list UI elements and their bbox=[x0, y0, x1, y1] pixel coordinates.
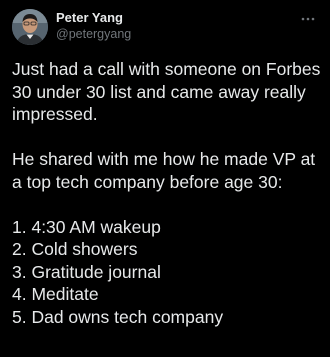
tweet-paragraph: Just had a call with someone on Forbes 3… bbox=[12, 59, 321, 124]
list-item: 5. Dad owns tech company bbox=[12, 306, 224, 327]
tweet-text: Just had a call with someone on Forbes 3… bbox=[12, 58, 322, 328]
avatar-image bbox=[12, 9, 48, 45]
list-item: 4. Meditate bbox=[12, 284, 99, 304]
tweet-list: 1. 4:30 AM wakeup 2. Cold showers 3. Gra… bbox=[12, 216, 322, 329]
tweet-header: Peter Yang @petergyang bbox=[12, 9, 318, 49]
more-horizontal-icon bbox=[301, 17, 315, 21]
list-item: 2. Cold showers bbox=[12, 239, 138, 259]
list-item: 1. 4:30 AM wakeup bbox=[12, 216, 161, 237]
display-name[interactable]: Peter Yang bbox=[56, 10, 131, 26]
habit-list: 1. 4:30 AM wakeup 2. Cold showers 3. Gra… bbox=[12, 216, 322, 329]
tweet-paragraph: He shared with me how he made VP at a to… bbox=[12, 149, 316, 192]
user-handle[interactable]: @petergyang bbox=[56, 26, 131, 42]
more-options-button[interactable] bbox=[298, 11, 318, 27]
tweet-card: Peter Yang @petergyang Just had a call w… bbox=[0, 0, 330, 357]
avatar[interactable] bbox=[12, 9, 48, 45]
author-names: Peter Yang @petergyang bbox=[56, 10, 131, 42]
list-item: 3. Gratitude journal bbox=[12, 261, 161, 282]
